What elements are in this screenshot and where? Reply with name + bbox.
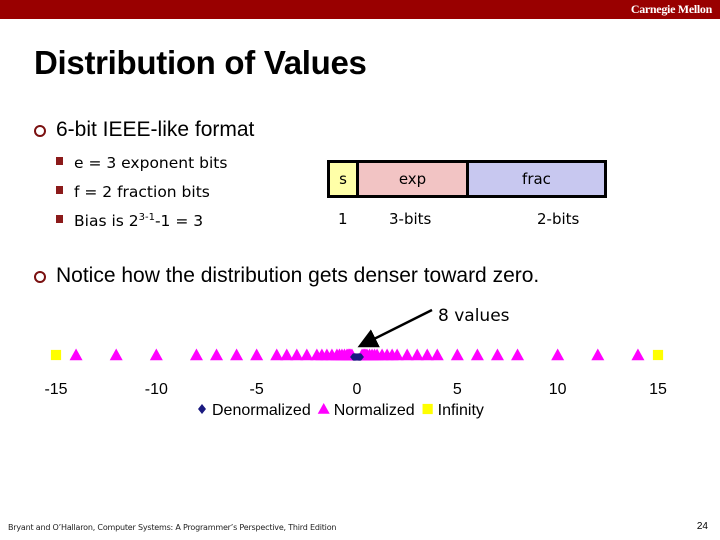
x-tick-label: -5 xyxy=(250,381,264,398)
subbullet-text: e = 3 exponent bits xyxy=(74,153,228,172)
normalized-point xyxy=(470,348,484,361)
bits-sign: 1 xyxy=(338,210,348,228)
infinity-point xyxy=(50,349,62,361)
subbullet-text: Bias is 23-1-1 = 3 xyxy=(74,212,203,230)
square-bullet-icon xyxy=(56,214,63,223)
distribution-chart: -15 -10 -5 0 5 10 15 Denormalized Normalized Inf… xyxy=(44,306,667,419)
normalized-legend-icon xyxy=(317,403,330,414)
normalized-point xyxy=(511,348,525,361)
legend-label-normalized: Normalized xyxy=(334,402,415,419)
subbullet-text: f = 2 fraction bits xyxy=(74,182,210,201)
legend-label-infinity: Infinity xyxy=(438,402,484,419)
bullet-density: Notice how the distribution gets denser … xyxy=(34,264,539,288)
x-tick-label: 0 xyxy=(353,381,362,398)
bits-exp: 3-bits xyxy=(389,210,432,228)
normalized-point xyxy=(430,348,444,361)
normalized-point xyxy=(591,348,605,361)
normalized-point xyxy=(210,348,224,361)
format-diagram: s exp frac xyxy=(327,160,607,198)
x-tick-label: -10 xyxy=(145,381,168,398)
bits-frac: 2-bits xyxy=(537,210,580,228)
normalized-point xyxy=(250,348,264,361)
square-bullet-icon xyxy=(56,185,63,194)
subbullet-exponent: e = 3 exponent bits xyxy=(56,148,227,177)
footer-citation: Bryant and O’Hallaron, Computer Systems:… xyxy=(8,523,337,532)
bias-exponent: 3-1 xyxy=(138,211,155,223)
annotation-arrow xyxy=(357,308,433,348)
normalized-point xyxy=(230,348,244,361)
ring-bullet-icon xyxy=(34,271,46,283)
normalized-point xyxy=(189,348,203,361)
x-tick-label: -15 xyxy=(44,381,67,398)
ring-bullet-icon xyxy=(34,125,46,137)
normalized-point xyxy=(450,348,464,361)
header-bar: Carnegie Mellon xyxy=(0,0,720,19)
infinity-point xyxy=(652,349,664,361)
x-tick-label: 10 xyxy=(549,381,567,398)
bias-pre: Bias is 2 xyxy=(74,211,139,230)
page-number: 24 xyxy=(696,521,708,532)
denormalized-legend-icon xyxy=(198,404,206,414)
brand-logo-text: Carnegie Mellon xyxy=(630,2,712,16)
annotation-label: 8 values xyxy=(438,306,510,326)
bias-post: -1 = 3 xyxy=(154,211,204,230)
bullet-format: 6-bit IEEE-like format xyxy=(34,118,254,142)
bullet-text: Notice how the distribution gets denser … xyxy=(56,264,540,287)
field-sign: s xyxy=(330,163,359,195)
square-bullet-icon xyxy=(56,156,63,165)
x-tick-label: 5 xyxy=(453,381,462,398)
normalized-point xyxy=(551,348,565,361)
bullet-text: 6-bit IEEE-like format xyxy=(56,118,255,141)
subbullet-fraction: f = 2 fraction bits xyxy=(56,177,227,206)
normalized-point xyxy=(631,348,645,361)
subbullet-bias: Bias is 23-1-1 = 3 xyxy=(56,206,227,235)
infinity-legend-icon xyxy=(422,403,433,415)
field-exp: exp xyxy=(359,163,469,195)
field-frac: frac xyxy=(469,163,604,195)
normalized-point xyxy=(69,348,83,361)
x-tick-label: 15 xyxy=(649,381,667,398)
normalized-point xyxy=(490,348,504,361)
slide-title: Distribution of Values xyxy=(34,44,367,81)
subbullet-list: e = 3 exponent bits f = 2 fraction bits … xyxy=(56,148,227,235)
legend-label-denormalized: Denormalized xyxy=(212,402,311,419)
normalized-point xyxy=(109,348,123,361)
normalized-point xyxy=(149,348,163,361)
